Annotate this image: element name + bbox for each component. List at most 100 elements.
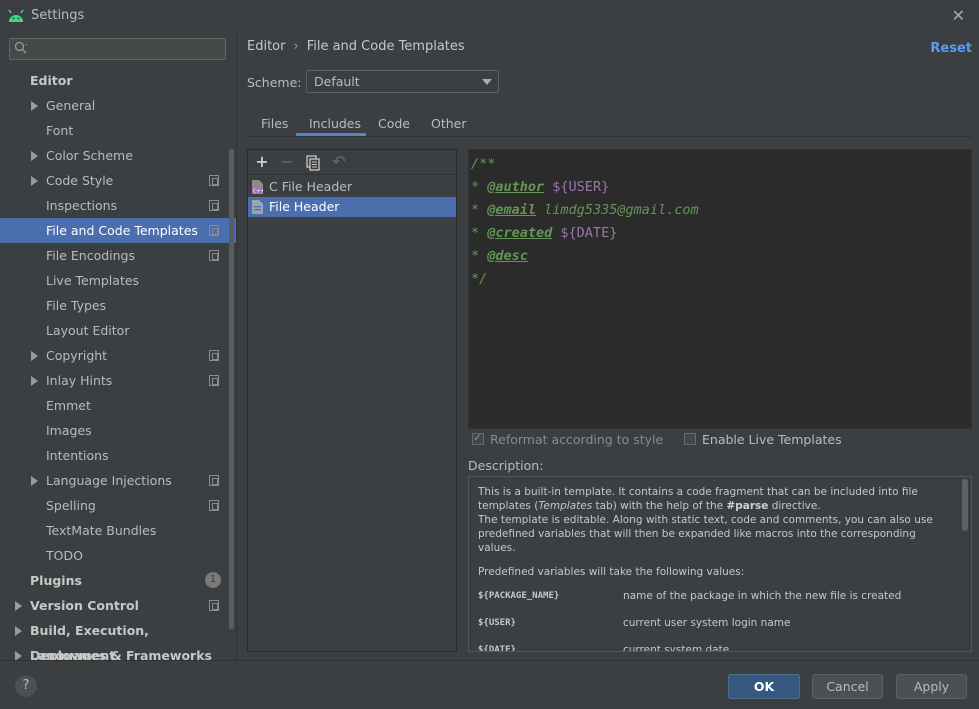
sidebar-item-label: Copyright: [46, 348, 108, 363]
sidebar-item-layout-editor[interactable]: Layout Editor: [0, 318, 236, 343]
tab-includes[interactable]: Includes: [309, 116, 361, 131]
copy-icon[interactable]: [304, 153, 322, 171]
variable-name: ${DATE}: [478, 645, 516, 652]
sidebar-item-label: File and Code Templates: [46, 223, 198, 238]
sidebar-item-label: Spelling: [46, 498, 96, 513]
sidebar-item-label: General: [46, 98, 96, 113]
title-bar: Settings ✕: [0, 0, 979, 32]
expand-arrow-icon[interactable]: [15, 601, 22, 611]
variable-description: name of the package in which the new fil…: [623, 590, 902, 602]
project-scope-icon: [209, 225, 219, 236]
sidebar-item-copyright[interactable]: Copyright: [0, 343, 236, 368]
sidebar-item-font[interactable]: Font: [0, 118, 236, 143]
breadcrumb-root[interactable]: Editor: [247, 39, 285, 54]
description-scrollbar[interactable]: [962, 479, 968, 531]
file-icon: [252, 200, 263, 214]
expand-arrow-icon[interactable]: [31, 151, 38, 161]
expand-arrow-icon[interactable]: [31, 476, 38, 486]
sidebar-item-file-types[interactable]: File Types: [0, 293, 236, 318]
sidebar-item-textmate-bundles[interactable]: TextMate Bundles: [0, 518, 236, 543]
sidebar-item-spelling[interactable]: Spelling: [0, 493, 236, 518]
reformat-checkbox[interactable]: [472, 431, 484, 445]
sidebar-item-todo[interactable]: TODO: [0, 543, 236, 568]
android-studio-icon: [8, 9, 24, 22]
desc-p1-bold: #parse: [726, 500, 769, 512]
sidebar-item-file-encodings[interactable]: File Encodings: [0, 243, 236, 268]
comment-text: *: [471, 202, 488, 218]
sidebar-item-label: Emmet: [46, 398, 91, 413]
tab-code[interactable]: Code: [378, 116, 410, 131]
code-line: /**: [471, 156, 495, 172]
settings-sidebar: Editor General Font Color Scheme Code Style I…: [0, 32, 236, 663]
variable-name: ${PACKAGE_NAME}: [478, 591, 560, 601]
sidebar-item-general[interactable]: General: [0, 93, 236, 118]
sidebar-item-plugins[interactable]: Plugins 1: [0, 568, 236, 593]
revert-icon[interactable]: ↶: [330, 153, 348, 171]
sidebar-item-code-style[interactable]: Code Style: [0, 168, 236, 193]
sidebar-item-images[interactable]: Images: [0, 418, 236, 443]
project-scope-icon: [209, 350, 219, 361]
update-count-badge: 1: [205, 572, 221, 588]
search-icon: [14, 41, 27, 54]
template-item-file-header[interactable]: File Header: [248, 197, 456, 217]
sidebar-item-editor[interactable]: Editor: [0, 68, 236, 93]
code-line: * @created ${DATE}: [471, 225, 617, 241]
template-label: C File Header: [269, 179, 353, 194]
tab-other[interactable]: Other: [431, 116, 467, 131]
apply-button[interactable]: Apply: [896, 674, 967, 699]
sidebar-item-version-control[interactable]: Version Control: [0, 593, 236, 618]
chevron-right-icon: ›: [293, 39, 299, 54]
project-scope-icon: [209, 500, 219, 511]
sidebar-item-inspections[interactable]: Inspections: [0, 193, 236, 218]
code-line: * @desc: [471, 248, 528, 264]
breadcrumb-current: File and Code Templates: [306, 39, 465, 54]
template-tabs: Files Includes Code Other: [247, 110, 972, 137]
expand-arrow-icon[interactable]: [31, 351, 38, 361]
dialog-footer: ? OK Cancel Apply: [0, 660, 979, 709]
cancel-button[interactable]: Cancel: [812, 674, 883, 699]
description-label: Description:: [468, 458, 544, 473]
template-item-c-file-header[interactable]: C++ C File Header: [248, 177, 456, 197]
reformat-label: Reformat according to style: [490, 432, 664, 447]
chevron-down-icon: [482, 79, 492, 85]
desc-p2: The template is editable. Along with sta…: [478, 514, 933, 554]
sidebar-item-intentions[interactable]: Intentions: [0, 443, 236, 468]
email-text: limdg5335@gmail.com: [536, 202, 699, 218]
sidebar-item-label: TextMate Bundles: [46, 523, 157, 538]
expand-arrow-icon[interactable]: [31, 101, 38, 111]
sidebar-item-language-injections[interactable]: Language Injections: [0, 468, 236, 493]
comment-text: */: [471, 271, 488, 287]
tab-files[interactable]: Files: [261, 116, 288, 131]
template-code-editor[interactable]: /** * @author ${USER} * @email limdg5335@g…: [468, 149, 972, 429]
ok-button[interactable]: OK: [728, 674, 800, 699]
expand-arrow-icon[interactable]: [31, 176, 38, 186]
remove-icon[interactable]: −: [278, 153, 296, 171]
expand-arrow-icon[interactable]: [31, 376, 38, 386]
scheme-dropdown[interactable]: Default: [306, 70, 499, 93]
code-line: * @email limdg5335@gmail.com: [471, 202, 699, 218]
live-templates-checkbox[interactable]: [684, 433, 696, 445]
template-variable: ${USER}: [544, 179, 610, 195]
sidebar-item-live-templates[interactable]: Live Templates: [0, 268, 236, 293]
search-input[interactable]: [9, 38, 226, 60]
sidebar-item-build-execution-deployment[interactable]: Build, Execution, Deployment: [0, 618, 236, 663]
reset-link[interactable]: Reset: [930, 41, 972, 56]
sidebar-item-emmet[interactable]: Emmet: [0, 393, 236, 418]
expand-arrow-icon[interactable]: [15, 626, 22, 636]
sidebar-item-color-scheme[interactable]: Color Scheme: [0, 143, 236, 168]
code-line: */: [471, 271, 487, 287]
sidebar-scrollbar[interactable]: [229, 149, 234, 629]
sidebar-item-inlay-hints[interactable]: Inlay Hints: [0, 368, 236, 393]
variable-name: ${USER}: [478, 618, 516, 628]
comment-text: *: [471, 225, 488, 241]
add-icon[interactable]: +: [253, 153, 271, 171]
scheme-label: Scheme:: [247, 75, 302, 90]
help-icon[interactable]: ?: [15, 675, 37, 697]
close-icon[interactable]: ✕: [952, 6, 965, 25]
doc-tag: @desc: [487, 248, 528, 264]
sidebar-item-label: File Types: [46, 298, 107, 313]
comment-text: *: [471, 248, 488, 264]
description-text: This is a built-in template. It contains…: [478, 485, 948, 652]
main-panel: Editor › File and Code Templates Reset Sch…: [237, 32, 979, 660]
sidebar-item-file-and-code-templates[interactable]: File and Code Templates: [0, 218, 236, 243]
